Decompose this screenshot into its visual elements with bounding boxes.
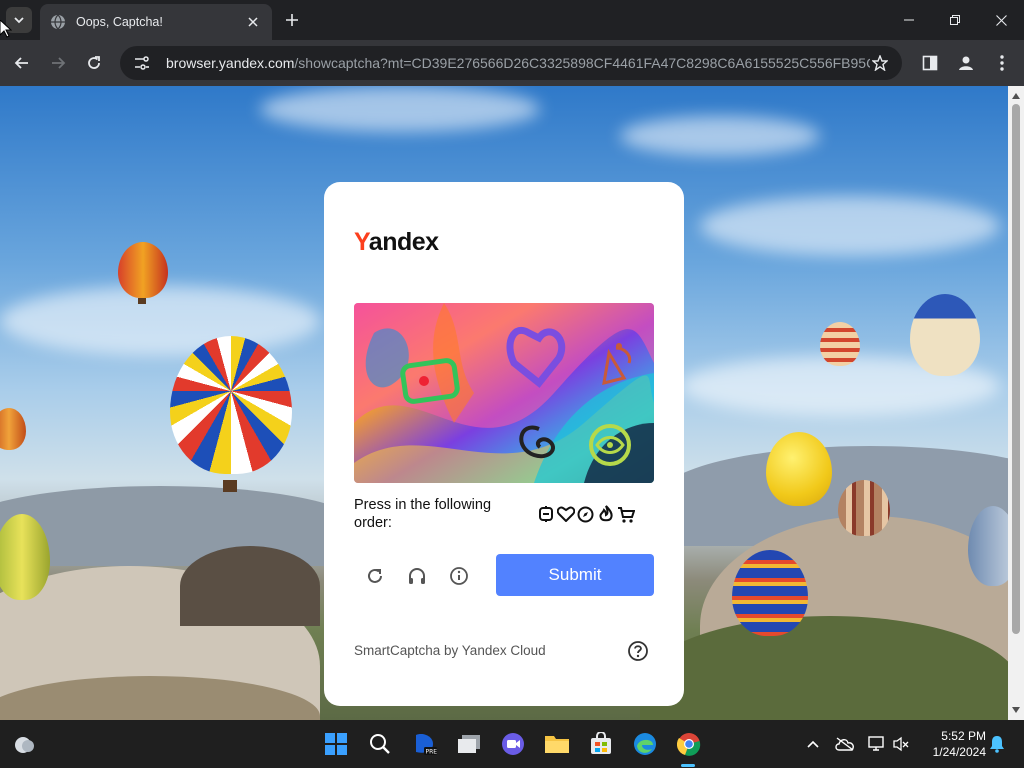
cloud: [0, 286, 320, 356]
clock-date: 1/24/2024: [932, 745, 986, 759]
store-icon[interactable]: [585, 728, 617, 760]
compass-icon: [576, 505, 595, 524]
meet-icon[interactable]: [497, 728, 529, 760]
url-text: browser.yandex.com/showcaptcha?mt=CD39E2…: [166, 55, 870, 71]
hot-air-balloon: [118, 242, 168, 298]
back-button[interactable]: [8, 49, 36, 77]
captcha-image[interactable]: [354, 303, 654, 483]
ps-preview-icon[interactable]: PRE: [409, 728, 441, 760]
mouse-cursor-icon: [0, 20, 12, 38]
scrollbar-thumb[interactable]: [1012, 104, 1020, 634]
close-icon: [995, 14, 1007, 26]
minimize-icon: [904, 19, 914, 21]
scroll-up-icon[interactable]: [1008, 88, 1024, 104]
browser-toolbar: browser.yandex.com/showcaptcha?mt=CD39E2…: [0, 40, 1024, 86]
new-tab-button[interactable]: [282, 10, 302, 30]
captcha-card: Yandex Press in the following order: Sub…: [324, 182, 684, 706]
plus-icon: [286, 14, 298, 26]
vegetation: [640, 616, 1008, 720]
restore-button[interactable]: [932, 0, 978, 40]
search-icon[interactable]: [364, 728, 396, 760]
url-path: /showcaptcha?mt=CD39E276566D26C3325898CF…: [294, 55, 870, 71]
active-app-indicator: [681, 764, 695, 767]
start-icon[interactable]: [320, 728, 352, 760]
flame-icon: [596, 505, 615, 524]
balloon-basket: [223, 480, 237, 492]
clock-time: 5:52 PM: [941, 729, 986, 743]
active-tab[interactable]: Oops, Captcha!: [40, 4, 272, 40]
chevron-down-icon: [14, 17, 24, 24]
page-scrollbar[interactable]: [1008, 86, 1024, 720]
reload-icon: [88, 56, 100, 69]
url-host: browser.yandex.com: [166, 55, 295, 71]
file-explorer-icon[interactable]: [541, 728, 573, 760]
close-window-button[interactable]: [978, 0, 1024, 40]
notification-bell-icon[interactable]: [986, 733, 1008, 755]
info-icon: [450, 567, 468, 585]
heart-icon: [556, 505, 575, 524]
svg-text:PRE: PRE: [426, 749, 438, 756]
address-bar[interactable]: browser.yandex.com/showcaptcha?mt=CD39E2…: [120, 46, 902, 80]
mountain: [0, 486, 360, 566]
captcha-footer: SmartCaptcha by Yandex Cloud: [354, 643, 546, 658]
refresh-icon: [368, 568, 382, 583]
yandex-logo: Yandex: [354, 228, 439, 257]
cloud: [700, 196, 1000, 256]
hot-air-balloon: [766, 432, 832, 506]
bookmark-star-icon[interactable]: [870, 53, 890, 73]
hot-air-balloon: [732, 550, 808, 636]
minimize-button[interactable]: [886, 0, 932, 40]
hot-air-balloon: [820, 322, 860, 366]
menu-kebab-icon[interactable]: [990, 51, 1014, 75]
task-view-icon[interactable]: [453, 728, 485, 760]
hot-air-balloon: [0, 408, 26, 450]
reload-button[interactable]: [80, 49, 108, 77]
onedrive-icon[interactable]: [834, 733, 856, 755]
site-info-icon[interactable]: [132, 53, 152, 73]
help-icon[interactable]: [626, 639, 650, 663]
arrow-left-icon: [14, 57, 28, 69]
logo-text: andex: [368, 228, 439, 256]
taskbar: PRE 5:52 PM 1/24/2024: [0, 720, 1024, 768]
chevron-up-icon[interactable]: [802, 733, 824, 755]
forward-button[interactable]: [44, 49, 72, 77]
profile-icon[interactable]: [954, 51, 978, 75]
hot-air-balloon: [838, 480, 890, 536]
refresh-captcha-button[interactable]: [363, 564, 387, 588]
cart-icon: [616, 505, 635, 524]
chrome-icon[interactable]: [673, 728, 705, 760]
cloud: [260, 86, 540, 132]
rock-formation: [180, 546, 320, 626]
side-panel-icon[interactable]: [918, 51, 942, 75]
tab-title: Oops, Captcha!: [76, 15, 163, 29]
globe-icon: [50, 14, 66, 30]
info-button[interactable]: [447, 564, 471, 588]
hot-air-balloon: [170, 336, 292, 474]
cloud: [620, 116, 820, 156]
page-background: Yandex Press in the following order: Sub…: [0, 86, 1008, 720]
tab-strip: Oops, Captcha!: [0, 0, 1024, 40]
scroll-down-icon[interactable]: [1008, 702, 1024, 718]
headphones-icon: [409, 568, 425, 584]
system-clock[interactable]: 5:52 PM 1/24/2024: [920, 728, 986, 760]
edge-icon[interactable]: [629, 728, 661, 760]
audio-captcha-button[interactable]: [405, 564, 429, 588]
volume-muted-icon[interactable]: [890, 733, 912, 755]
logo-letter-y: Y: [354, 228, 369, 256]
square-glyph-icon: [536, 505, 555, 524]
hot-air-balloon: [910, 294, 980, 376]
close-tab-icon[interactable]: [244, 13, 262, 31]
network-icon[interactable]: [866, 733, 888, 755]
captcha-instruction: Press in the following order:: [354, 497, 492, 531]
submit-button[interactable]: Submit: [496, 554, 654, 596]
restore-icon: [950, 15, 960, 25]
arrow-right-icon: [52, 57, 66, 69]
weather-icon[interactable]: [8, 728, 40, 760]
balloon-basket: [138, 298, 146, 304]
click-order-icons: [536, 504, 635, 524]
